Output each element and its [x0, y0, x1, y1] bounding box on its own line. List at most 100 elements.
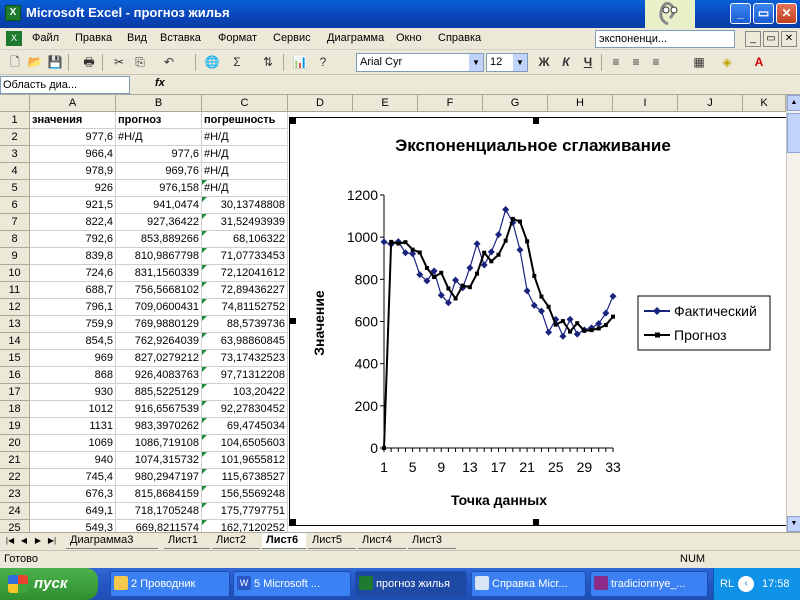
column-header[interactable]: B — [116, 95, 202, 112]
table-cell[interactable]: 175,7797751 — [202, 503, 288, 520]
menu-chart[interactable]: Диаграмма — [327, 32, 384, 44]
fx-icon[interactable]: fx — [155, 77, 165, 89]
row-header[interactable]: 13 — [0, 316, 30, 333]
start-button[interactable]: пуск — [0, 568, 98, 600]
workbook-icon[interactable]: X — [6, 31, 22, 46]
menu-help[interactable]: Справка — [438, 32, 481, 44]
table-cell[interactable]: 1074,315732 — [116, 452, 202, 469]
doc-close-button[interactable]: ✕ — [781, 31, 797, 47]
next-sheet-icon[interactable]: ▶ — [32, 535, 44, 547]
table-cell[interactable]: 792,6 — [30, 231, 116, 248]
office-assistant-icon[interactable] — [640, 0, 700, 28]
table-cell[interactable]: 669,8211574 — [116, 520, 202, 532]
table-cell[interactable]: 822,4 — [30, 214, 116, 231]
table-cell[interactable]: 162,7120252 — [202, 520, 288, 532]
font-size-select[interactable]: 12 ▼ — [486, 53, 528, 72]
table-cell[interactable]: 885,5225129 — [116, 384, 202, 401]
print-icon[interactable]: 🖶 — [80, 54, 98, 71]
row-header[interactable]: 4 — [0, 163, 30, 180]
table-cell[interactable]: 92,27830452 — [202, 401, 288, 418]
menu-tools[interactable]: Сервис — [273, 32, 311, 44]
row-header[interactable]: 22 — [0, 469, 30, 486]
menu-file[interactable]: Файл — [32, 32, 59, 44]
table-cell[interactable]: 980,2947197 — [116, 469, 202, 486]
table-cell[interactable]: 762,9264039 — [116, 333, 202, 350]
row-header[interactable]: 10 — [0, 265, 30, 282]
scroll-thumb[interactable] — [787, 113, 800, 153]
table-cell[interactable]: 73,17432523 — [202, 350, 288, 367]
menu-view[interactable]: Вид — [127, 32, 147, 44]
menu-format[interactable]: Формат — [218, 32, 257, 44]
doc-restore-button[interactable]: ▭ — [763, 31, 779, 47]
align-left-icon[interactable]: ≡ — [607, 54, 625, 71]
row-header[interactable]: 21 — [0, 452, 30, 469]
table-cell[interactable]: 969 — [30, 350, 116, 367]
cut-icon[interactable]: ✂ — [110, 54, 128, 71]
copy-icon[interactable]: ⎘ — [131, 54, 149, 71]
task-explorer[interactable]: 2 Проводник — [110, 571, 230, 597]
name-box[interactable]: Область диа... — [0, 76, 130, 94]
table-cell[interactable]: 839,8 — [30, 248, 116, 265]
table-cell[interactable]: 676,3 — [30, 486, 116, 503]
task-winrar[interactable]: tradicionnye_... — [590, 571, 708, 597]
table-cell[interactable]: 941,0474 — [116, 197, 202, 214]
font-select[interactable]: Arial Cyr ▼ — [356, 53, 484, 72]
table-cell[interactable]: 688,7 — [30, 282, 116, 299]
help-icon[interactable]: ? — [314, 54, 332, 71]
row-header[interactable]: 11 — [0, 282, 30, 299]
table-cell[interactable]: 969,76 — [116, 163, 202, 180]
sheet-tab[interactable]: Лист4 — [358, 533, 406, 549]
table-cell[interactable]: 724,6 — [30, 265, 116, 282]
table-cell[interactable]: #Н/Д — [116, 129, 202, 146]
table-cell[interactable]: 926 — [30, 180, 116, 197]
close-button[interactable]: ✕ — [776, 3, 797, 24]
last-sheet-icon[interactable]: ▶| — [46, 535, 58, 547]
table-cell[interactable]: 745,4 — [30, 469, 116, 486]
table-cell[interactable]: 103,20422 — [202, 384, 288, 401]
table-cell[interactable]: 815,8684159 — [116, 486, 202, 503]
table-cell[interactable]: 977,6 — [30, 129, 116, 146]
row-header[interactable]: 9 — [0, 248, 30, 265]
table-cell[interactable]: 88,5739736 — [202, 316, 288, 333]
undo-icon[interactable]: ↶ — [160, 54, 178, 71]
table-cell[interactable]: 72,12041612 — [202, 265, 288, 282]
sort-icon[interactable]: ⇅ — [259, 54, 277, 71]
chevron-down-icon[interactable]: ▼ — [469, 54, 483, 71]
minimize-button[interactable]: _ — [730, 3, 751, 24]
open-icon[interactable]: 📂 — [26, 54, 44, 71]
table-cell[interactable]: 30,13748808 — [202, 197, 288, 214]
bold-button[interactable]: Ж — [535, 54, 553, 71]
help-question-input[interactable]: экспоненци... — [595, 30, 735, 48]
table-cell[interactable]: 853,889266 — [116, 231, 202, 248]
first-sheet-icon[interactable]: |◀ — [4, 535, 16, 547]
table-cell[interactable]: прогноз — [116, 112, 202, 129]
table-cell[interactable]: #Н/Д — [202, 146, 288, 163]
table-cell[interactable]: 63,98860845 — [202, 333, 288, 350]
italic-button[interactable]: К — [557, 54, 575, 71]
row-header[interactable]: 24 — [0, 503, 30, 520]
sheet-tab[interactable]: Лист2 — [212, 533, 260, 549]
column-header[interactable]: C — [202, 95, 288, 112]
column-header[interactable]: K — [743, 95, 786, 112]
table-cell[interactable]: 718,1705248 — [116, 503, 202, 520]
column-header[interactable]: A — [30, 95, 116, 112]
row-header[interactable]: 3 — [0, 146, 30, 163]
table-cell[interactable]: 966,4 — [30, 146, 116, 163]
chart-wizard-icon[interactable]: 📊 — [291, 54, 309, 71]
row-header[interactable]: 12 — [0, 299, 30, 316]
column-header[interactable]: H — [548, 95, 613, 112]
column-header[interactable]: I — [613, 95, 678, 112]
table-cell[interactable]: 930 — [30, 384, 116, 401]
table-cell[interactable]: 74,81152752 — [202, 299, 288, 316]
new-icon[interactable]: 🗋 — [6, 54, 24, 71]
menu-window[interactable]: Окно — [396, 32, 422, 44]
language-indicator[interactable]: RL — [720, 568, 734, 600]
table-cell[interactable]: 69,4745034 — [202, 418, 288, 435]
table-cell[interactable]: 101,9655812 — [202, 452, 288, 469]
table-cell[interactable]: 916,6567539 — [116, 401, 202, 418]
column-header[interactable]: J — [678, 95, 743, 112]
table-cell[interactable]: #Н/Д — [202, 129, 288, 146]
row-header[interactable]: 23 — [0, 486, 30, 503]
tray-expand-icon[interactable]: ‹ — [738, 576, 754, 592]
column-header[interactable]: F — [418, 95, 483, 112]
